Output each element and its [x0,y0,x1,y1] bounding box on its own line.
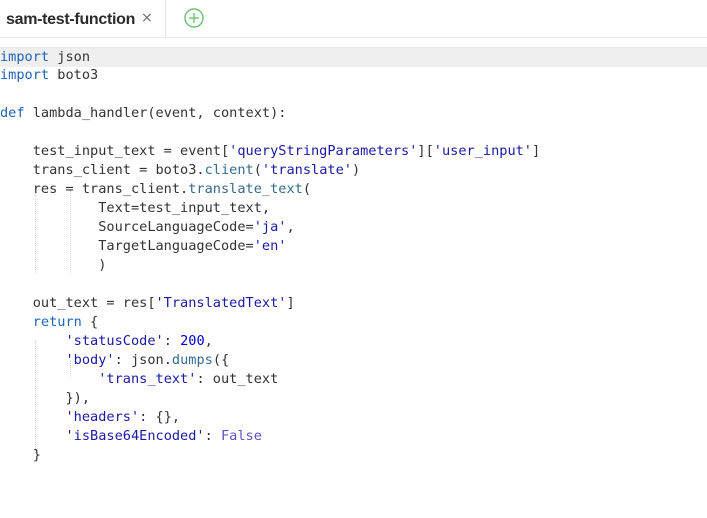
code-text: trans_client = boto3. [0,162,205,178]
code-line-18[interactable]: 'trans_text': out_text [0,370,707,389]
code-text: { [81,314,99,330]
code-line-11[interactable]: TargetLanguageCode='en' [0,237,707,256]
code-text: TargetLanguageCode= [0,238,254,254]
code-text: }), [0,390,91,406]
code-text: SourceLanguageCode= [0,219,254,235]
code-text: test_input_text = event[ [0,143,230,159]
code-line-16[interactable]: 'statusCode': 200, [0,332,707,351]
keyword: return [32,314,82,330]
constant-literal: False [221,428,262,444]
code-text: lambda_handler(event, context): [24,105,287,121]
tab-title: sam-test-function [6,11,136,28]
code-text: res = trans_client. [0,181,189,197]
code-text: ( [253,162,262,178]
string-literal: 'user_input' [433,143,532,159]
code-editor[interactable]: import json import boto3 def lambda_hand… [0,38,707,518]
code-line-2[interactable]: import boto3 [0,66,707,85]
code-text: ] [532,143,541,159]
code-line-22[interactable]: } [0,446,707,465]
code-text: , [204,333,213,349]
function-name: dumps [171,352,213,368]
keyword: import [0,49,50,65]
string-literal: 'body' [65,352,115,368]
code-line-6[interactable]: test_input_text = event['queryStringPara… [0,142,707,161]
string-literal: 'isBase64Encoded' [65,428,205,444]
code-text: boto3 [49,67,99,83]
code-line-17[interactable]: 'body': json.dumps({ [0,351,707,370]
keyword: import [0,67,50,83]
code-text: , [286,219,295,235]
code-text: : [163,333,181,349]
string-literal: 'queryStringParameters' [229,143,418,159]
code-text: ) [351,162,361,178]
code-line-10[interactable]: SourceLanguageCode='ja', [0,218,707,237]
tab-sam-test-function[interactable]: sam-test-function × [0,0,166,37]
code-line-1[interactable]: import json [0,47,707,67]
code-text: ][ [417,143,434,159]
string-literal: 'statusCode' [65,333,164,349]
code-text: : json. [114,352,172,368]
function-name: client [204,162,254,178]
code-line-14[interactable]: out_text = res['TranslatedText'] [0,294,707,313]
string-literal: 'TranslatedText' [155,295,287,311]
keyword: def [0,105,25,121]
editor-tab-bar: sam-test-function × [0,0,707,38]
code-text: : out_text [196,371,279,387]
string-literal: 'translate' [261,162,352,178]
code-text: ] [286,295,295,311]
code-line-7[interactable]: trans_client = boto3.client('translate') [0,161,707,180]
string-literal: 'en' [253,238,287,254]
code-line-20[interactable]: 'headers': {}, [0,408,707,427]
code-text: json [49,49,91,65]
number-literal: 200 [180,333,205,349]
code-text: Text=test_input_text, [0,200,271,216]
code-text: out_text = res[ [0,295,156,311]
code-line-4[interactable]: def lambda_handler(event, context): [0,104,707,123]
code-text: : {}, [139,409,181,425]
function-name: translate_text [188,181,303,197]
code-text: ) [0,257,107,273]
code-text: } [0,447,41,463]
code-line-15[interactable]: return { [0,313,707,332]
close-icon[interactable]: × [141,11,153,25]
plus-circle-icon[interactable] [183,7,205,29]
code-line-12[interactable]: ) [0,256,707,275]
code-line-19[interactable]: }), [0,389,707,408]
code-text: : [204,428,221,444]
code-text: ({ [212,352,230,368]
code-line-21[interactable]: 'isBase64Encoded': False [0,427,707,446]
string-literal: 'ja' [253,219,287,235]
string-literal: 'trans_text' [98,371,197,387]
code-text: ( [302,181,312,197]
code-line-8[interactable]: res = trans_client.translate_text( [0,180,707,199]
code-line-9[interactable]: Text=test_input_text, [0,199,707,218]
string-literal: 'headers' [65,409,140,425]
